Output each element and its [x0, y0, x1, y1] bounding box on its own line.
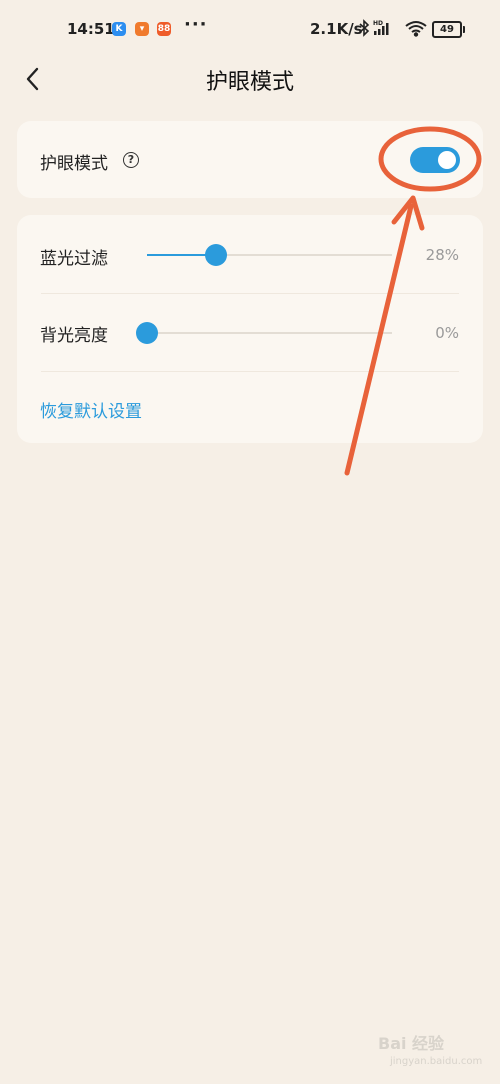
divider — [41, 293, 459, 294]
k-app-icon: K — [112, 22, 126, 36]
status-bar: 14:51 K ▾ 88 ··· 2.1K/s HD 49 — [0, 0, 500, 58]
grid-app-icon: 88 — [157, 22, 171, 36]
backlight-slider[interactable] — [136, 322, 392, 344]
page-title: 护眼模式 — [205, 70, 294, 95]
backlight-value: 0% — [435, 324, 459, 342]
eye-mode-toggle[interactable] — [410, 147, 460, 173]
eye-mode-label: 护眼模式 — [40, 154, 108, 174]
blue-filter-slider-thumb[interactable] — [204, 244, 227, 266]
divider — [41, 371, 459, 372]
bluetooth-icon — [359, 19, 370, 37]
eye-mode-card: 护眼模式 ? — [17, 121, 483, 198]
wifi-icon — [405, 21, 427, 37]
blue-filter-slider[interactable] — [147, 244, 392, 266]
settings-card: 蓝光过滤 28% 背光亮度 0% 恢复默认设置 — [17, 215, 483, 443]
backlight-label: 背光亮度 — [40, 326, 108, 346]
net-speed: 2.1K/s — [310, 20, 363, 38]
backlight-slider-thumb[interactable] — [136, 322, 158, 344]
cell-signal-icon: HD — [373, 20, 389, 35]
blue-filter-value: 28% — [425, 246, 459, 264]
toggle-knob — [438, 151, 456, 169]
status-time: 14:51 — [67, 20, 115, 38]
baidu-watermark-url: jingyan.baidu.com — [390, 1056, 483, 1067]
baidu-watermark: Bai 经验 — [378, 1034, 445, 1053]
signal-icons: HD — [359, 19, 427, 37]
more-dots-icon: ··· — [184, 14, 208, 35]
reset-defaults-link[interactable]: 恢复默认设置 — [40, 397, 142, 422]
svg-text:HD: HD — [373, 20, 383, 27]
shop-app-icon: ▾ — [135, 22, 149, 36]
battery-icon: 49 — [432, 21, 465, 38]
help-icon[interactable]: ? — [123, 152, 139, 168]
blue-filter-label: 蓝光过滤 — [40, 249, 108, 269]
